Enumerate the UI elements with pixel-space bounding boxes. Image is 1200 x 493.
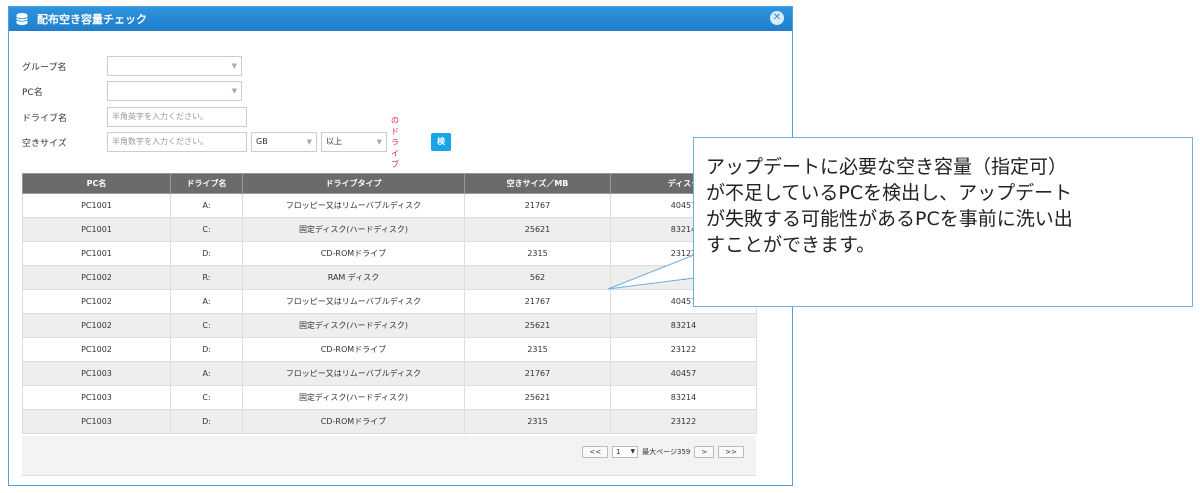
max-page-text: 最大ページ359 <box>642 448 691 456</box>
table-row[interactable]: PC1002 D: CD-ROMドライブ 2315 23122 <box>22 337 757 362</box>
first-page-button[interactable]: << <box>582 446 609 458</box>
cell-free: 25621 <box>464 385 611 410</box>
header-pc[interactable]: PC名 <box>22 173 171 194</box>
cell-free: 2315 <box>464 337 611 362</box>
cell-pc: PC1003 <box>22 409 171 434</box>
header-drive-type[interactable]: ドライブタイプ <box>242 173 465 194</box>
size-label: 空きサイズ <box>22 138 67 149</box>
group-label: グループ名 <box>22 62 67 73</box>
cell-pc: PC1002 <box>22 265 171 290</box>
chevron-down-icon: ▼ <box>376 138 382 146</box>
callout-line: が不足しているPCを検出し、アップデート <box>706 182 1073 204</box>
cell-drive: D: <box>170 409 243 434</box>
table-row[interactable]: PC1001 C: 固定ディスク(ハードディスク) 25621 83214 <box>22 217 757 242</box>
table-row[interactable]: PC1003 D: CD-ROMドライブ 2315 23122 <box>22 409 757 434</box>
database-icon <box>16 13 28 25</box>
unit-value: GB <box>256 137 268 146</box>
cell-pc: PC1003 <box>22 361 171 386</box>
table-header-row: PC名 ドライブ名 ドライブタイプ 空きサイズ／MB ディスク <box>22 173 757 194</box>
title-bar: 配布空き容量チェック ✕ <box>9 7 792 31</box>
cell-drive: D: <box>170 337 243 362</box>
cell-drive: C: <box>170 313 243 338</box>
size-input[interactable]: 半角数字を入力ください。 <box>107 132 247 152</box>
cell-type: フロッピー又はリムーバブルディスク <box>242 289 465 314</box>
callout-line: アップデートに必要な空き容量（指定可） <box>706 156 1068 178</box>
cell-type: CD-ROMドライブ <box>242 241 465 266</box>
cell-pc: PC1002 <box>22 337 171 362</box>
cell-drive: D: <box>170 241 243 266</box>
cell-disk: 83214 <box>610 385 757 410</box>
cell-disk: 40457 <box>610 361 757 386</box>
result-table: PC名 ドライブ名 ドライブタイプ 空きサイズ／MB ディスク PC1001 A… <box>22 173 757 434</box>
search-button[interactable]: 検索 <box>431 133 451 181</box>
condition-select[interactable]: 以上 ▼ <box>321 132 387 152</box>
group-select[interactable]: ▼ <box>107 56 242 76</box>
close-icon[interactable]: ✕ <box>770 11 784 25</box>
table-row[interactable]: PC1002 A: フロッピー又はリムーバブルディスク 21767 40457 <box>22 289 757 314</box>
page-value: 1 <box>616 448 621 456</box>
table-row[interactable]: PC1001 A: フロッピー又はリムーバブルディスク 21767 40457 <box>22 193 757 218</box>
callout-box: アップデートに必要な空き容量（指定可） が不足しているPCを検出し、アップデート… <box>693 137 1193 307</box>
cell-drive: A: <box>170 289 243 314</box>
table-row[interactable]: PC1001 D: CD-ROMドライブ 2315 23122 <box>22 241 757 266</box>
table-row[interactable]: PC1002 R: RAM ディスク 562 2 <box>22 265 757 290</box>
last-page-button[interactable]: >> <box>718 446 744 458</box>
cell-type: 固定ディスク(ハードディスク) <box>242 385 465 410</box>
cell-pc: PC1002 <box>22 289 171 314</box>
cell-type: 固定ディスク(ハードディスク) <box>242 217 465 242</box>
table-row[interactable]: PC1003 C: 固定ディスク(ハードディスク) 25621 83214 <box>22 385 757 410</box>
cell-drive: C: <box>170 217 243 242</box>
chevron-down-icon: ▼ <box>630 448 636 455</box>
cell-pc: PC1003 <box>22 385 171 410</box>
chevron-down-icon: ▼ <box>231 87 237 95</box>
cell-free: 2315 <box>464 409 611 434</box>
cell-drive: A: <box>170 193 243 218</box>
search-label: 検索 <box>437 137 445 164</box>
cell-pc: PC1001 <box>22 241 171 266</box>
table-row[interactable]: PC1003 A: フロッピー又はリムーバブルディスク 21767 40457 <box>22 361 757 386</box>
cell-type: CD-ROMドライブ <box>242 409 465 434</box>
cell-free: 21767 <box>464 193 611 218</box>
chevron-down-icon: ▼ <box>231 62 237 70</box>
table-row[interactable]: PC1002 C: 固定ディスク(ハードディスク) 25621 83214 <box>22 313 757 338</box>
pagination: << 1 ▼ 最大ページ359 > >> <box>582 446 744 458</box>
header-free-size[interactable]: 空きサイズ／MB <box>464 173 611 194</box>
cell-drive: A: <box>170 361 243 386</box>
cell-free: 562 <box>464 265 611 290</box>
condition-value: 以上 <box>326 137 342 146</box>
pc-label: PC名 <box>22 87 43 98</box>
page-select[interactable]: 1 ▼ <box>612 446 639 458</box>
header-drive[interactable]: ドライブ名 <box>170 173 243 194</box>
window-title: 配布空き容量チェック <box>37 13 147 26</box>
cell-type: RAM ディスク <box>242 265 465 290</box>
cell-drive: R: <box>170 265 243 290</box>
cell-free: 21767 <box>464 361 611 386</box>
cell-type: フロッピー又はリムーバブルディスク <box>242 193 465 218</box>
cell-free: 21767 <box>464 289 611 314</box>
callout-line: が失敗する可能性があるPCを事前に洗い出 <box>706 208 1073 230</box>
cell-pc: PC1001 <box>22 193 171 218</box>
table-footer: << 1 ▼ 最大ページ359 > >> <box>22 436 756 476</box>
pc-select[interactable]: ▼ <box>107 81 242 101</box>
drive-input[interactable]: 半角英字を入力ください。 <box>107 107 247 127</box>
cell-free: 25621 <box>464 313 611 338</box>
cell-type: フロッピー又はリムーバブルディスク <box>242 361 465 386</box>
drive-label: ドライブ名 <box>22 113 68 124</box>
chevron-down-icon: ▼ <box>306 138 312 146</box>
next-page-button[interactable]: > <box>694 446 715 458</box>
cell-drive: C: <box>170 385 243 410</box>
cell-type: CD-ROMドライブ <box>242 337 465 362</box>
callout-line: すことができます。 <box>706 234 876 256</box>
cell-free: 25621 <box>464 217 611 242</box>
unit-select[interactable]: GB ▼ <box>251 132 317 152</box>
cell-type: 固定ディスク(ハードディスク) <box>242 313 465 338</box>
cell-disk: 83214 <box>610 313 757 338</box>
cell-pc: PC1002 <box>22 313 171 338</box>
cell-pc: PC1001 <box>22 217 171 242</box>
cell-disk: 23122 <box>610 337 757 362</box>
cell-disk: 23122 <box>610 409 757 434</box>
cell-free: 2315 <box>464 241 611 266</box>
drive-suffix: のドライブ <box>391 115 399 169</box>
